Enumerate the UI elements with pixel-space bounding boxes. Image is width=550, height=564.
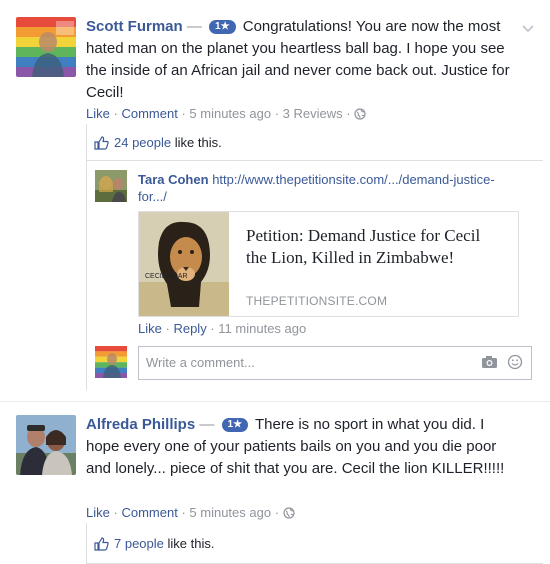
thumbs-up-icon (94, 537, 109, 555)
link-preview-domain: THEPETITIONSITE.COM (246, 294, 388, 308)
emoji-icon[interactable] (507, 354, 523, 373)
timestamp[interactable]: 5 minutes ago (189, 505, 271, 520)
likes-count-link[interactable]: 7 people (114, 536, 164, 551)
reply-like-link[interactable]: Like (138, 321, 162, 336)
comment-body: Scott Furman — 1★ Congratulations! You a… (86, 16, 516, 104)
reply-timestamp[interactable]: 11 minutes ago (218, 321, 306, 336)
camera-icon[interactable] (481, 355, 498, 372)
link-preview-image: CECIL ROAR (139, 212, 229, 316)
like-link[interactable]: Like (86, 106, 110, 121)
reviews-link[interactable]: 3 Reviews (283, 106, 343, 121)
comment-link[interactable]: Comment (121, 106, 177, 121)
separator: · (181, 505, 186, 520)
comment-input[interactable]: Write a comment... (138, 346, 532, 380)
author-name[interactable]: Alfreda Phillips (86, 416, 195, 433)
separator: · (210, 321, 215, 336)
reply-author-name[interactable]: Tara Cohen (138, 172, 209, 187)
reply-link-button[interactable]: Reply (173, 321, 206, 336)
comment-input-placeholder: Write a comment... (146, 355, 255, 370)
likes-suffix: like this. (163, 536, 215, 551)
link-preview-title[interactable]: Petition: Demand Justice for Cecil the L… (246, 225, 496, 269)
comment-link[interactable]: Comment (121, 505, 177, 520)
avatar[interactable] (16, 17, 76, 77)
reply-avatar[interactable] (95, 170, 127, 202)
separator: · (274, 505, 280, 520)
chevron-down-icon[interactable] (522, 20, 534, 36)
likes-count-link[interactable]: 24 people (114, 135, 171, 150)
replies-section: Tara Cohen http://www.thepetitionsite.co… (86, 160, 543, 390)
separator: · (165, 321, 170, 336)
name-separator: — (199, 416, 215, 433)
link-preview-card[interactable]: CECIL ROAR Petition: Demand Justice for … (138, 211, 519, 317)
globe-icon (283, 507, 295, 523)
thumbs-up-icon (94, 136, 109, 154)
timestamp[interactable]: 5 minutes ago (189, 106, 271, 121)
separator: · (274, 106, 280, 121)
name-separator: — (186, 18, 202, 35)
separator: · (113, 106, 118, 121)
rating-badge: 1★ (221, 418, 249, 432)
comment-divider (0, 401, 550, 402)
comment-actions: Like · Comment · 5 minutes ago · (86, 505, 295, 523)
rating-badge: 1★ (209, 20, 236, 34)
separator: · (346, 106, 351, 121)
avatar[interactable] (16, 415, 76, 475)
globe-icon (354, 108, 366, 124)
separator: · (181, 106, 186, 121)
comment-body: Alfreda Phillips — 1★ There is no sport … (86, 414, 506, 480)
current-user-avatar (95, 346, 127, 378)
likes-summary: 7 people like this. (86, 523, 543, 564)
reply-actions: Like · Reply · 11 minutes ago (138, 321, 306, 337)
reply-body: Tara Cohen http://www.thepetitionsite.co… (138, 171, 498, 205)
image-caption: CECIL ROAR (145, 273, 188, 280)
likes-summary: 24 people like this. (86, 124, 543, 161)
like-link[interactable]: Like (86, 505, 110, 520)
separator: · (113, 505, 118, 520)
author-name[interactable]: Scott Furman (86, 18, 183, 35)
comment-actions: Like · Comment · 5 minutes ago · 3 Revie… (86, 106, 366, 124)
likes-suffix: like this. (171, 135, 222, 150)
